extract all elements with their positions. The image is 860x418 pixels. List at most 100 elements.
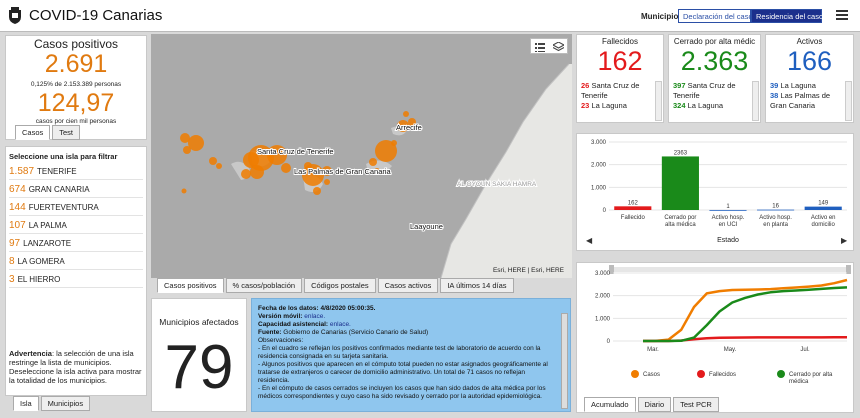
- tab-diario[interactable]: Diario: [637, 397, 672, 412]
- map-view[interactable]: Santa Cruz de Tenerife Las Palmas de Gra…: [151, 34, 572, 278]
- cerrados-title: Cerrado por alta médic: [673, 37, 756, 46]
- x-tick-label: Jul.: [800, 347, 810, 353]
- tab-codigos-postales[interactable]: Códigos postales: [304, 278, 376, 293]
- isla-item[interactable]: 144 FUERTEVENTURA: [9, 200, 143, 216]
- list-icon[interactable]: [535, 42, 545, 52]
- x-tick-label: Activo hosp.: [759, 215, 792, 221]
- casos-rate-label: casos por cien mil personas: [35, 118, 117, 125]
- bar-value-label: 2363: [674, 150, 688, 156]
- tab-municipios[interactable]: Municipios: [40, 396, 91, 411]
- cerrados-panel: Cerrado por alta médic 2.363 397 Santa C…: [668, 34, 761, 123]
- y-tick-label: 1.000: [595, 316, 611, 322]
- bar-value-label: 16: [772, 204, 779, 210]
- legend-label: Cerrado por alta: [789, 372, 833, 378]
- bar: [757, 209, 795, 211]
- fecha-datos: Fecha de los datos: 4/8/2020 05:00:35.: [258, 305, 376, 312]
- casos-title: Casos positivos: [33, 37, 119, 51]
- y-tick-label: 0: [607, 339, 611, 345]
- isla-item[interactable]: 3 EL HIERRO: [9, 272, 143, 288]
- isla-item[interactable]: 8 LA GOMERA: [9, 254, 143, 270]
- observacion-1: - En el cuadro se reflejan los positivos…: [258, 345, 541, 360]
- x-tick-label: Cerrado por: [664, 215, 696, 221]
- declaracion-button[interactable]: Declaración del caso: [678, 9, 753, 23]
- fallecidos-scrollbar[interactable]: [655, 81, 662, 121]
- map-attribution: Esri, HERE | Esri, HERE: [492, 267, 564, 274]
- legend-marker: [631, 370, 639, 378]
- activos-total: 166: [786, 46, 833, 76]
- notes-panel: Fecha de los datos: 4/8/2020 05:00:35. V…: [251, 298, 571, 412]
- legend-label: Casos: [643, 372, 660, 378]
- list-item: 26 Santa Cruz de Tenerife: [581, 81, 640, 100]
- map-label-las-palmas: Las Palmas de Gran Canaria: [294, 167, 392, 176]
- list-item: 39 La Laguna: [770, 81, 816, 90]
- casos-total: 2.691: [44, 50, 108, 78]
- acumulado-line-chart[interactable]: 3.000 2.000 1.000 0 Mar. May. Jul. Casos Falleci…: [577, 263, 855, 398]
- tab-casos-positivos[interactable]: Casos positivos: [157, 278, 224, 293]
- range-slider: [611, 267, 849, 272]
- app-header: COVID-19 Canarias Municipio Declaración …: [0, 0, 860, 32]
- scroll-right-icon: ▶: [841, 236, 848, 245]
- isla-item[interactable]: 674 GRAN CANARIA: [9, 182, 143, 198]
- tab-casos-activos[interactable]: Casos activos: [377, 278, 439, 293]
- y-tick-label: 0: [603, 208, 607, 214]
- x-tick-label: en UCI: [719, 222, 738, 228]
- cerrados-total: 2.363: [680, 46, 749, 76]
- capacidad-asistencial: Capacidad asistencial: enlace.: [258, 321, 351, 328]
- map-label-santa-cruz: Santa Cruz de Tenerife: [257, 147, 334, 156]
- fuente: Fuente: Gobierno de Canarias (Servicio C…: [258, 329, 429, 336]
- y-tick-label: 1.000: [591, 185, 607, 191]
- tab-acumulado[interactable]: Acumulado: [584, 397, 636, 412]
- list-item: 324 La Laguna: [673, 101, 724, 110]
- activos-title: Activos: [796, 37, 823, 46]
- x-tick-label: Fallecido: [621, 215, 646, 221]
- notes-scrollbar[interactable]: [561, 313, 568, 409]
- y-tick-label: 3.000: [591, 140, 607, 146]
- map-canvas[interactable]: Santa Cruz de Tenerife Las Palmas de Gra…: [151, 34, 572, 278]
- isla-item[interactable]: 97 LANZAROTE: [9, 236, 143, 252]
- layers-icon[interactable]: [553, 42, 564, 52]
- scroll-left-icon: ◀: [586, 236, 593, 245]
- tab-casos[interactable]: Casos: [15, 125, 51, 140]
- map-label-laayoune: Laayoune: [410, 222, 443, 231]
- acumulado-line-chart-panel: 3.000 2.000 1.000 0 Mar. May. Jul. Casos Falleci…: [576, 262, 854, 413]
- map-toolbar: [530, 38, 568, 54]
- casos-rate: 124,97: [37, 89, 115, 117]
- activos-panel: Activos 166 39 La Laguna 38 Las Palmas d…: [765, 34, 854, 123]
- observaciones-label: Observaciones:: [258, 337, 304, 344]
- estado-bar-chart[interactable]: 3.000 2.000 1.000 0 162 Fallecido 2363 Cerrado …: [577, 134, 855, 252]
- tab-test[interactable]: Test: [52, 125, 81, 140]
- y-tick-label: 2.000: [591, 163, 607, 169]
- legend-label: Fallecidos: [709, 372, 736, 378]
- tab-casos-poblacion[interactable]: % casos/población: [225, 278, 303, 293]
- casos-summary-panel: Casos positivos 2.691 0,125% de 2.153.38…: [5, 35, 147, 140]
- list-item: 38 Las Palmas de Gran Canaria: [770, 91, 831, 110]
- canarias-crest-icon: [9, 7, 21, 24]
- x-tick-label: en planta: [763, 222, 788, 228]
- municipios-afectados-panel: Municipios afectados 79: [151, 298, 247, 412]
- isla-item[interactable]: 107 LA PALMA: [9, 218, 143, 234]
- tab-ia-14-dias[interactable]: IA últimos 14 días: [440, 278, 514, 293]
- bar: [614, 206, 652, 210]
- list-item: 23 La Laguna: [581, 101, 627, 110]
- x-axis-label: Estado: [717, 237, 739, 244]
- list-item: 397 Santa Cruz de Tenerife: [673, 81, 736, 100]
- legend-label: médica: [789, 379, 809, 385]
- legend-marker: [777, 370, 785, 378]
- tab-isla[interactable]: Isla: [13, 396, 39, 411]
- cerrados-scrollbar[interactable]: [752, 81, 759, 121]
- hamburger-menu-icon[interactable]: [836, 10, 848, 20]
- activos-scrollbar[interactable]: [845, 81, 852, 121]
- bar-value-label: 1: [726, 204, 730, 210]
- isla-warning: Advertencia: la selección de una isla re…: [9, 349, 142, 385]
- municipios-count: 79: [164, 333, 234, 402]
- legend-marker: [697, 370, 705, 378]
- bar-value-label: 162: [628, 200, 639, 206]
- y-tick-label: 2.000: [595, 294, 611, 300]
- fallecidos-panel: Fallecidos 162 26 Santa Cruz de Tenerife…: [576, 34, 664, 123]
- isla-filter-title: Seleccione una isla para filtrar: [9, 152, 118, 161]
- x-tick-label: Mar.: [647, 347, 659, 353]
- residencia-button[interactable]: Residencia del caso: [751, 9, 823, 23]
- x-tick-label: May.: [724, 347, 737, 353]
- isla-item[interactable]: 1.587 TENERIFE: [9, 164, 143, 180]
- tab-test-pcr[interactable]: Test PCR: [673, 397, 719, 412]
